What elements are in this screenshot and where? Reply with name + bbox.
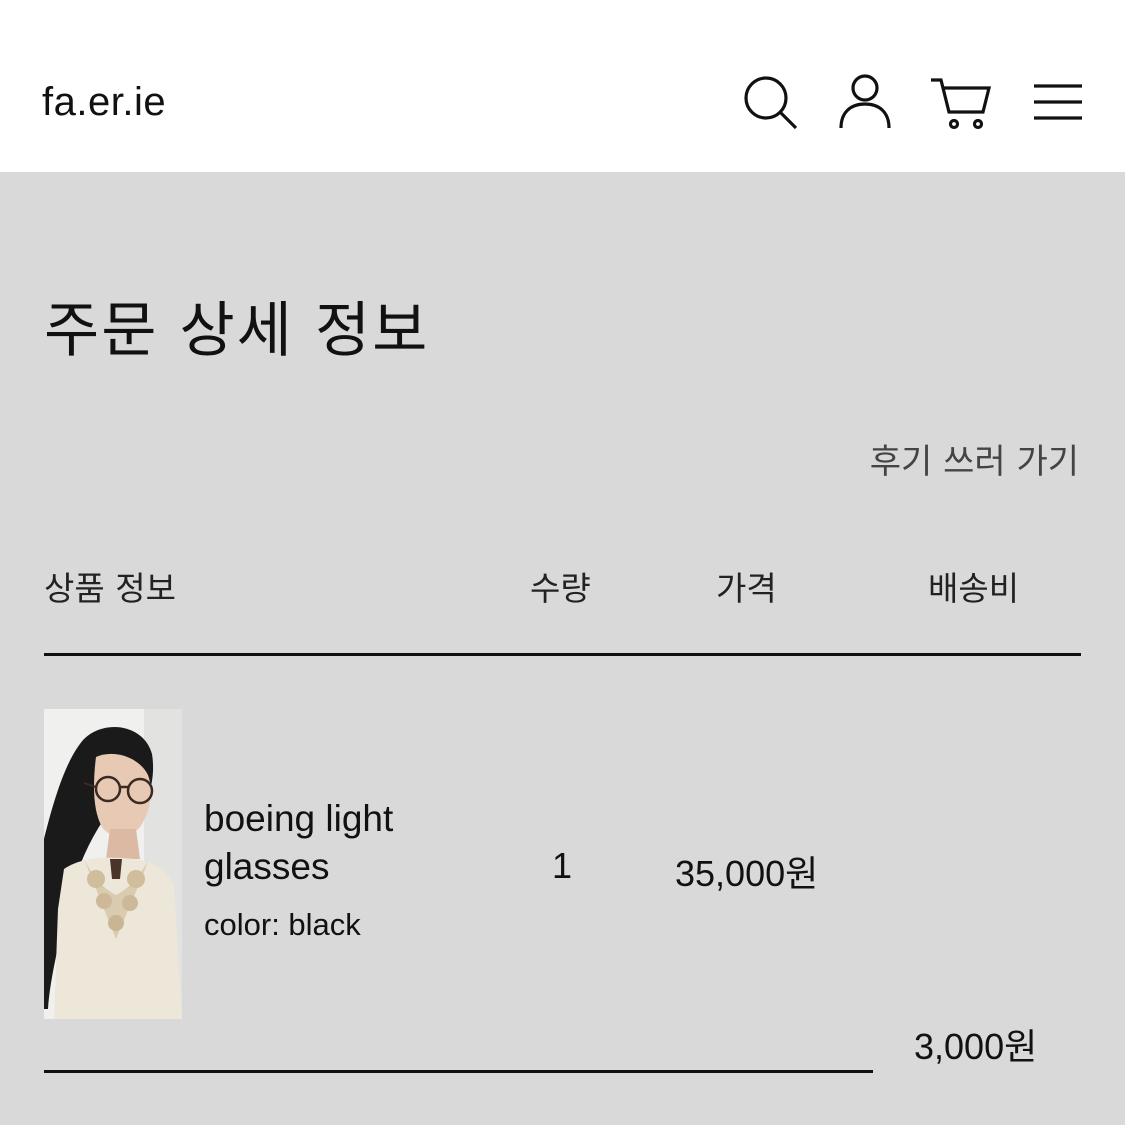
menu-icon[interactable] [1026, 70, 1090, 134]
product-quantity: 1 [552, 845, 573, 886]
product-name[interactable]: boeing light glasses [204, 795, 454, 891]
cart-icon[interactable] [929, 70, 993, 134]
search-icon[interactable] [738, 70, 802, 134]
column-header-quantity: 수량 [530, 569, 591, 608]
page-title: 주문 상세 정보 [44, 296, 430, 366]
column-header-product: 상품 정보 [44, 569, 176, 608]
product-price: 35,000원 [675, 853, 819, 894]
write-review-link[interactable]: 후기 쓰러 가기 [870, 434, 1079, 483]
user-icon[interactable] [833, 70, 897, 134]
product-option: color: black [204, 907, 361, 942]
header-divider [44, 653, 1081, 656]
order-detail-section: 주문 상세 정보 후기 쓰러 가기 상품 정보 수량 가격 배송비 boeing… [0, 172, 1125, 1125]
column-header-shipping: 배송비 [928, 569, 1020, 608]
site-header: fa.er.ie [0, 0, 1125, 172]
site-logo[interactable]: fa.er.ie [42, 80, 166, 125]
shipping-fee: 3,000원 [914, 1026, 1038, 1067]
column-header-price: 가격 [716, 569, 777, 608]
product-image[interactable] [44, 709, 182, 1019]
row-divider [44, 1070, 873, 1073]
